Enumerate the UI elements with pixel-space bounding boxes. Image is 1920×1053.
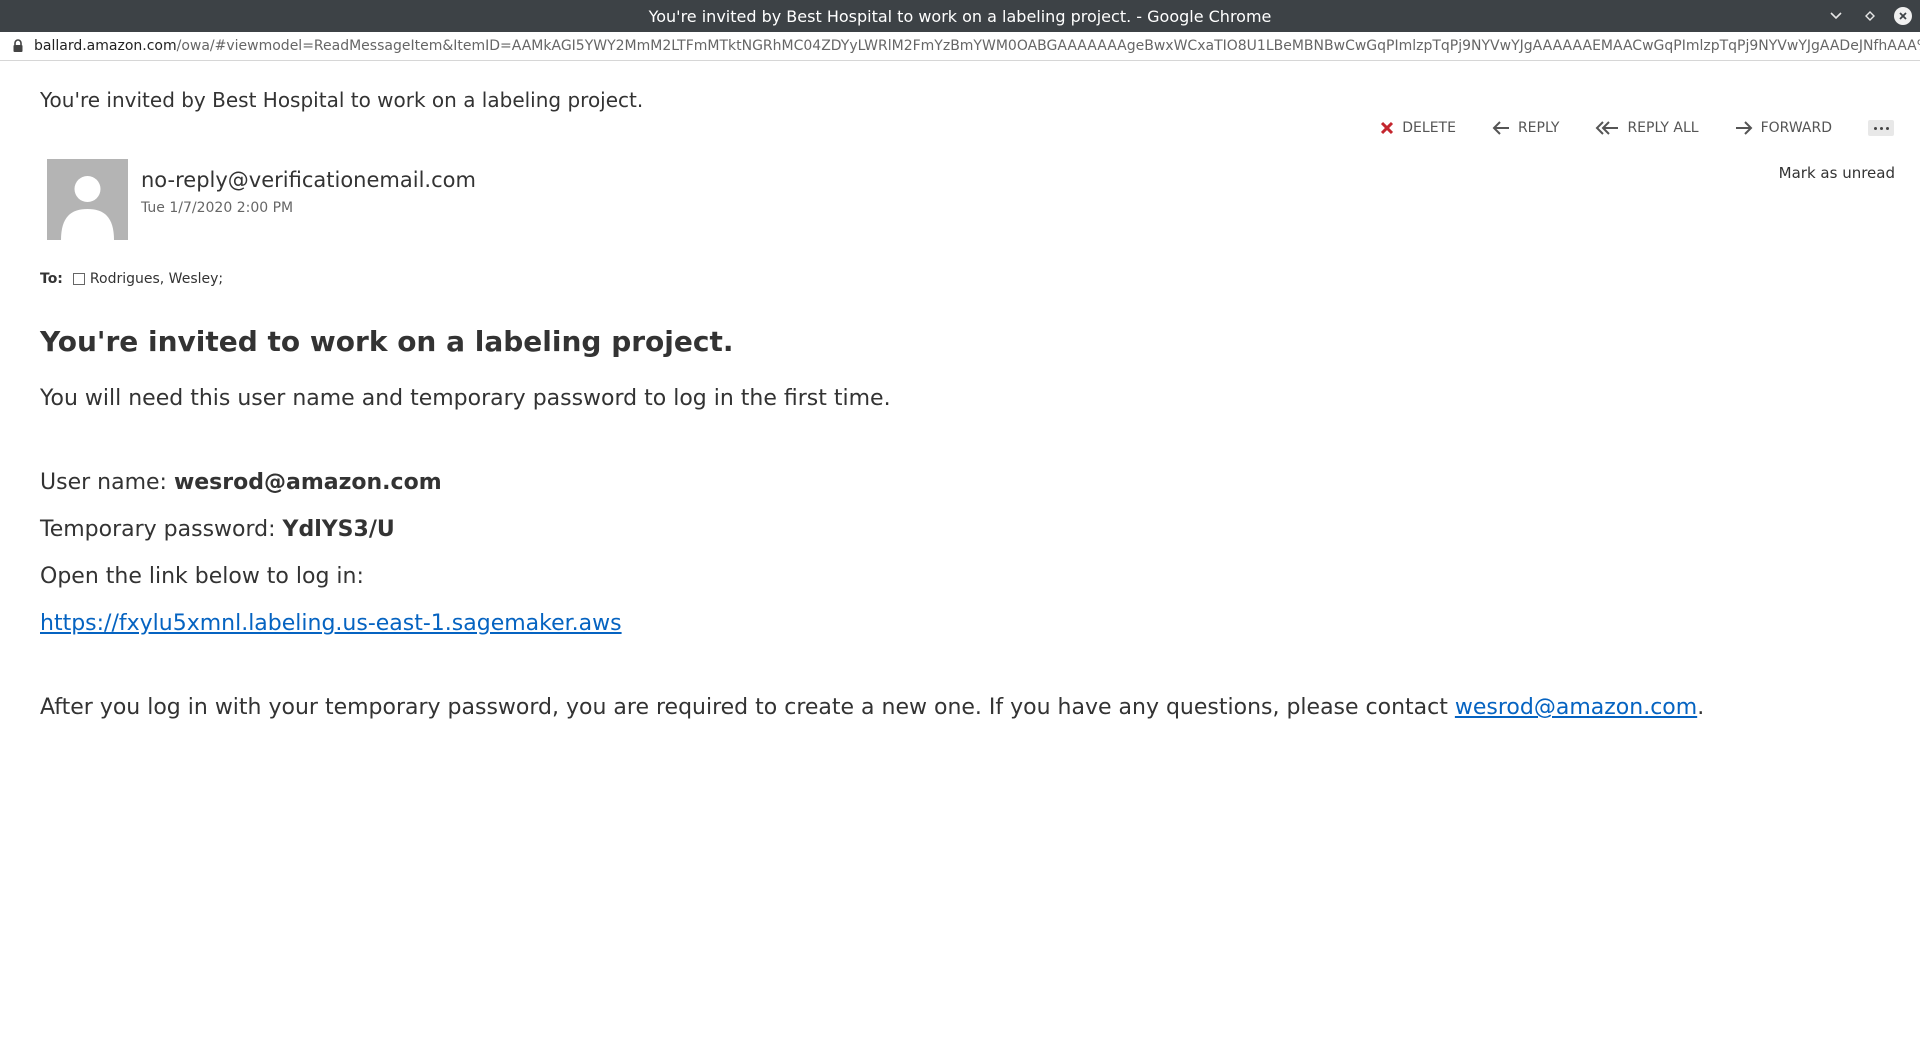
person-icon — [47, 159, 128, 240]
body-intro: You will need this user name and tempora… — [40, 386, 891, 411]
window-title: You're invited by Best Hospital to work … — [648, 6, 1272, 26]
url-host: ballard.amazon.com — [34, 38, 177, 54]
to-label: To: — [40, 271, 63, 287]
username-value: wesrod@amazon.com — [173, 470, 442, 495]
delete-label: DELETE — [1402, 120, 1456, 136]
forward-label: FORWARD — [1760, 120, 1832, 136]
body-heading: You're invited to work on a labeling pro… — [40, 325, 734, 358]
after-login-end: . — [1697, 695, 1705, 720]
x-icon — [1380, 121, 1394, 135]
username-label: User name: — [40, 470, 174, 495]
reply-all-button[interactable]: REPLY ALL — [1595, 120, 1699, 136]
reply-all-label: REPLY ALL — [1627, 120, 1699, 136]
reply-button[interactable]: REPLY — [1492, 120, 1560, 136]
minimize-icon[interactable] — [1826, 6, 1846, 26]
address-bar[interactable]: ballard.amazon.com/owa/#viewmodel=ReadMe… — [0, 32, 1920, 61]
double-arrow-left-icon — [1595, 121, 1619, 135]
forward-button[interactable]: FORWARD — [1735, 120, 1832, 136]
window-titlebar: You're invited by Best Hospital to work … — [0, 0, 1920, 32]
open-link-text: Open the link below to log in: — [40, 564, 364, 589]
after-login-text: After you log in with your temporary pas… — [40, 693, 1880, 723]
login-link[interactable]: https://fxylu5xmnl.labeling.us-east-1.sa… — [40, 611, 622, 636]
lock-icon — [12, 39, 24, 53]
window-controls — [1826, 0, 1912, 32]
contact-email-link[interactable]: wesrod@amazon.com — [1455, 695, 1697, 720]
close-icon[interactable] — [1894, 7, 1912, 25]
after-login-sentence: After you log in with your temporary pas… — [40, 695, 1455, 720]
sent-date: Tue 1/7/2020 2:00 PM — [141, 200, 294, 216]
message-subject: You're invited by Best Hospital to work … — [40, 88, 644, 112]
arrow-left-icon — [1492, 121, 1510, 135]
message-body: You're invited to work on a labeling pro… — [40, 322, 1880, 723]
reply-label: REPLY — [1517, 120, 1560, 136]
delete-button[interactable]: DELETE — [1380, 120, 1456, 136]
password-value: YdlYS3/U — [282, 517, 395, 542]
maximize-icon[interactable] — [1860, 6, 1880, 26]
arrow-right-icon — [1735, 121, 1753, 135]
sender-address[interactable]: no-reply@verificationemail.com — [141, 168, 476, 192]
recipients-line: To: Rodrigues, Wesley; — [40, 271, 223, 287]
login-link-line: https://fxylu5xmnl.labeling.us-east-1.sa… — [40, 609, 1880, 639]
username-line: User name: wesrod@amazon.com — [40, 468, 1880, 498]
message-toolbar: DELETE REPLY REPLY ALL FORWARD — [1380, 120, 1894, 136]
recipient-checkbox[interactable] — [72, 273, 85, 285]
password-label: Temporary password: — [40, 517, 283, 542]
recipient-name[interactable]: Rodrigues, Wesley; — [90, 271, 223, 287]
password-line: Temporary password: YdlYS3/U — [40, 515, 1880, 545]
mark-as-unread-link[interactable]: Mark as unread — [1779, 164, 1895, 182]
more-icon[interactable] — [1868, 120, 1894, 136]
url-path: /owa/#viewmodel=ReadMessageItem&ItemID=A… — [176, 38, 1920, 54]
